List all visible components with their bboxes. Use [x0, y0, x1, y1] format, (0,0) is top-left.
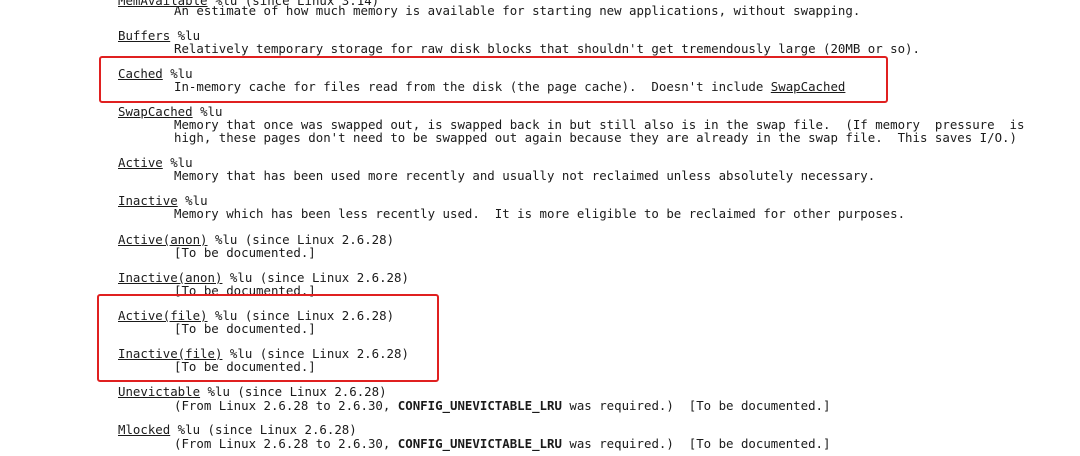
term-unevictable: Unevictable	[118, 384, 201, 399]
since-version: (since Linux 2.6.28)	[200, 422, 357, 437]
entry-mlocked-desc: (From Linux 2.6.28 to 2.6.30, CONFIG_UNE…	[174, 437, 830, 451]
entry-inactive-desc: Memory which has been less recently used…	[174, 206, 906, 221]
entry-swapcached-desc-2: high, these pages don't need to be swapp…	[174, 130, 1017, 145]
entry-unevictable-heading: Unevictable %lu (since Linux 2.6.28)	[118, 385, 387, 399]
term-active: Active	[118, 155, 163, 170]
entry-memavailable-desc: An estimate of how much memory is availa…	[174, 3, 861, 18]
entry-unevictable-desc: (From Linux 2.6.28 to 2.6.30, CONFIG_UNE…	[174, 399, 830, 413]
term-inactive: Inactive	[118, 193, 178, 208]
entry-active-anon-desc: [To be documented.]	[174, 245, 316, 260]
entry-active-desc: Memory that has been used more recently …	[174, 168, 876, 183]
desc-text: (From Linux 2.6.28 to 2.6.30,	[174, 398, 398, 413]
man-page-proc-meminfo: MemAvailable %lu (since Linux 3.14) An e…	[0, 0, 1080, 456]
highlight-box-cached	[99, 56, 888, 103]
desc-text: (From Linux 2.6.28 to 2.6.30,	[174, 436, 398, 451]
term-type: %lu	[170, 422, 201, 437]
term-buffers: Buffers	[118, 28, 171, 43]
config-option: CONFIG_UNEVICTABLE_LRU	[397, 436, 562, 451]
desc-text: was required.) [To be documented.]	[561, 436, 831, 451]
entry-mlocked-heading: Mlocked %lu (since Linux 2.6.28)	[118, 423, 357, 437]
highlight-box-file-lru	[97, 294, 439, 382]
since-version: (since Linux 2.6.28)	[229, 384, 387, 399]
config-option: CONFIG_UNEVICTABLE_LRU	[397, 398, 562, 413]
term-mlocked: Mlocked	[118, 422, 171, 437]
term-type: %lu	[200, 384, 230, 399]
entry-buffers-desc: Relatively temporary storage for raw dis…	[174, 41, 920, 56]
desc-text: was required.) [To be documented.]	[561, 398, 831, 413]
